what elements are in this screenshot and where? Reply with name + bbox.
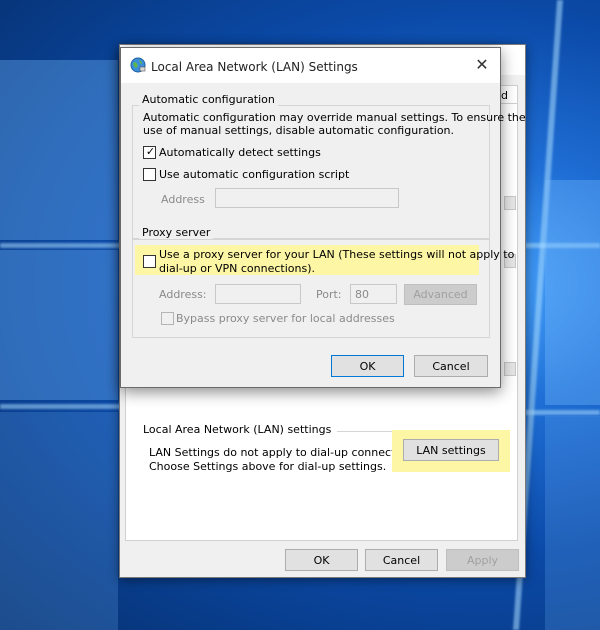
proxy-server-legend: Proxy server: [139, 226, 214, 239]
auto-config-legend: Automatic configuration: [139, 93, 278, 106]
tab-advanced-fragment[interactable]: d: [498, 85, 518, 105]
lan-note-line1: LAN Settings do not apply to dial-up con…: [149, 446, 422, 459]
use-proxy-label-1[interactable]: Use a proxy server for your LAN (These s…: [159, 248, 514, 261]
auto-script-checkbox[interactable]: [143, 168, 156, 181]
advanced-button[interactable]: Advanced: [404, 284, 477, 305]
proxy-address-label: Address:: [159, 288, 207, 301]
bypass-proxy-label[interactable]: Bypass proxy server for local addresses: [176, 312, 395, 325]
hidden-button-edge: [504, 362, 516, 376]
bypass-proxy-checkbox[interactable]: [161, 312, 174, 325]
outer-cancel-button[interactable]: Cancel: [365, 549, 438, 571]
window-pane-shape: [0, 250, 118, 400]
script-address-field[interactable]: [215, 188, 399, 208]
lan-dialog-title: Local Area Network (LAN) Settings: [151, 60, 358, 74]
auto-script-label[interactable]: Use automatic configuration script: [159, 168, 349, 181]
lan-note-line2: Choose Settings above for dial-up settin…: [149, 460, 387, 473]
light-beam: [520, 410, 600, 415]
proxy-port-field[interactable]: [350, 284, 397, 304]
use-proxy-label-2[interactable]: dial-up or VPN connections).: [159, 262, 315, 275]
use-proxy-checkbox[interactable]: [143, 255, 156, 268]
light-beam: [0, 404, 125, 409]
outer-apply-button[interactable]: Apply: [446, 549, 519, 571]
globe-network-icon: [130, 57, 146, 73]
proxy-address-field[interactable]: [215, 284, 301, 304]
auto-config-description-2: use of manual settings, disable automati…: [143, 124, 455, 137]
lan-cancel-button[interactable]: Cancel: [414, 355, 488, 377]
window-pane-shape: [545, 416, 600, 630]
window-pane-shape: [0, 60, 118, 240]
window-pane-shape: [0, 412, 118, 630]
check-mark-icon: ✓: [145, 145, 156, 158]
lan-group-title-text: Local Area Network (LAN) settings: [143, 423, 338, 436]
close-icon[interactable]: ✕: [473, 56, 491, 74]
outer-ok-button[interactable]: OK: [285, 549, 358, 571]
hidden-button-edge: [504, 196, 516, 210]
lan-ok-button[interactable]: OK: [331, 355, 404, 377]
lan-settings-dialog: Local Area Network (LAN) Settings ✕ Auto…: [120, 47, 526, 388]
lan-settings-button[interactable]: LAN settings: [403, 439, 499, 461]
auto-detect-label[interactable]: Automatically detect settings: [159, 146, 321, 159]
auto-config-description-1: Automatic configuration may override man…: [143, 111, 526, 124]
proxy-port-label: Port:: [316, 288, 342, 301]
script-address-label: Address: [161, 193, 205, 206]
window-pane-shape: [545, 180, 600, 405]
auto-detect-checkbox[interactable]: ✓: [143, 145, 156, 159]
lan-title-bar[interactable]: Local Area Network (LAN) Settings ✕: [121, 48, 500, 83]
